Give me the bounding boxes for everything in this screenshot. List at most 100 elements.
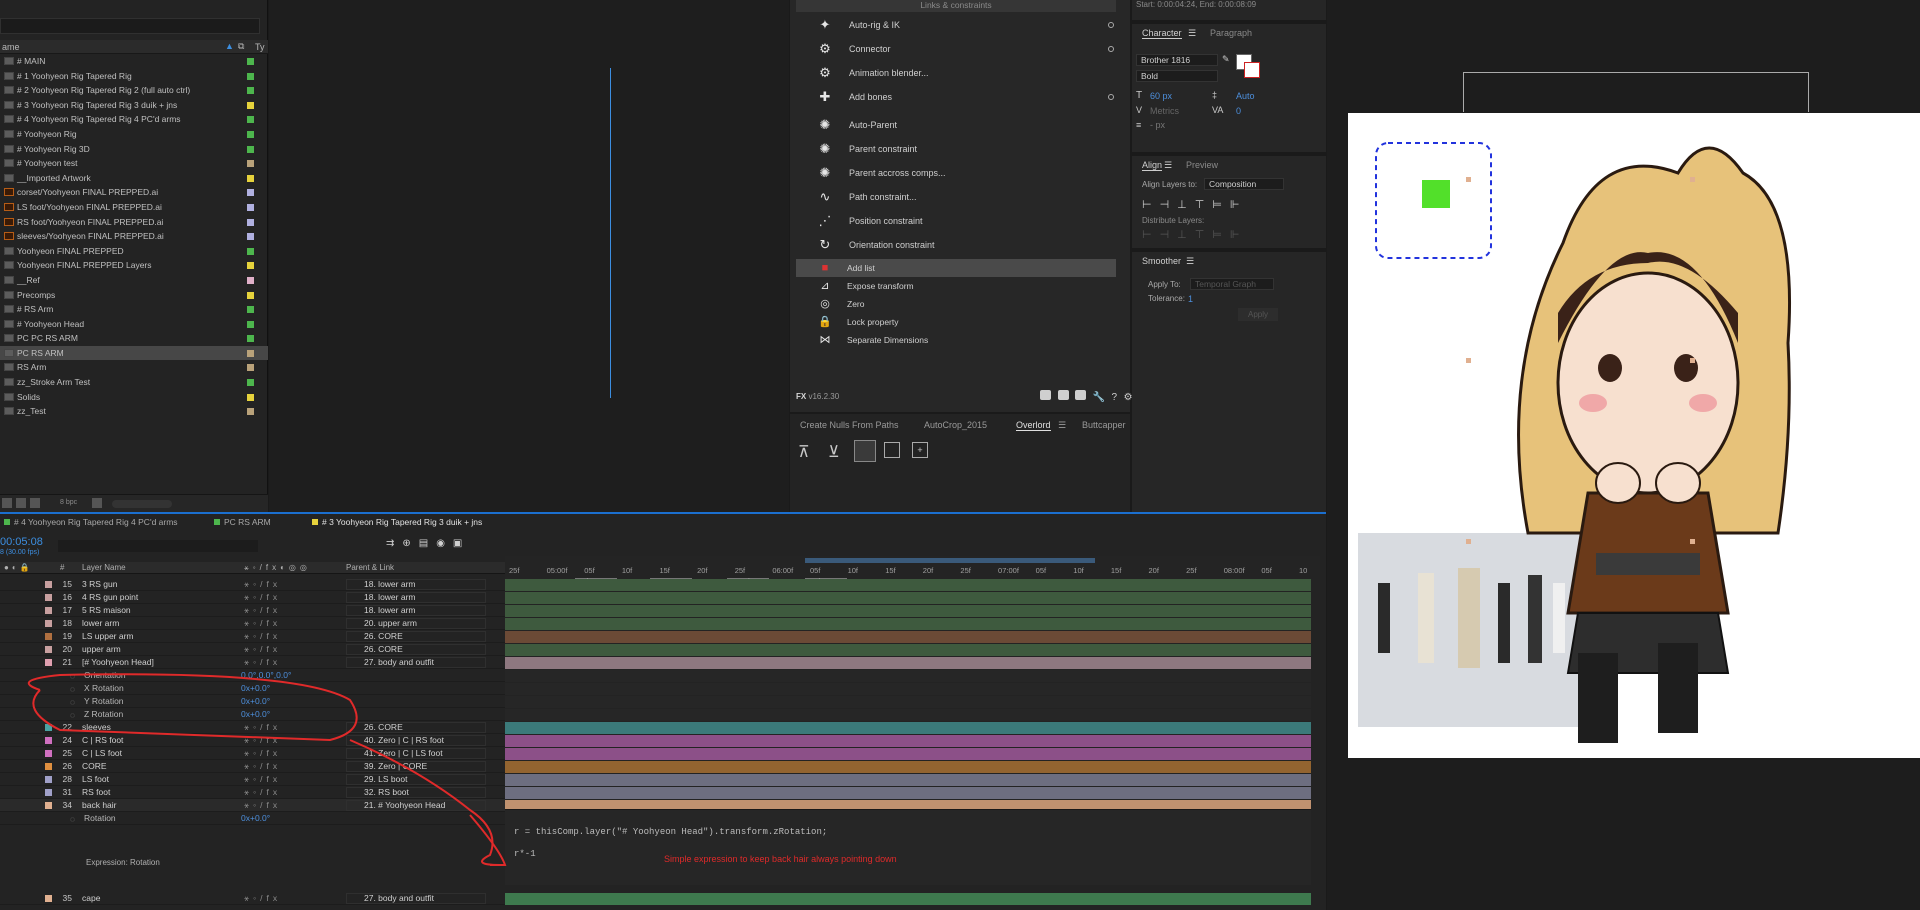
layer-name[interactable]: cape (82, 892, 100, 905)
label-color-chip[interactable] (247, 145, 254, 153)
label-color-chip[interactable] (247, 218, 254, 226)
layer-switches[interactable]: ⚹◦/fx (244, 643, 281, 656)
tab-preview[interactable]: Preview (1186, 160, 1218, 170)
project-item[interactable]: sleeves/Yoohyeon FINAL PREPPED.ai (0, 229, 268, 244)
label-color-chip[interactable] (247, 262, 254, 270)
label-color-chip[interactable] (247, 408, 254, 416)
duik-small-item[interactable]: ⊿ Expose transform (796, 277, 1116, 295)
tab-buttcapper[interactable]: Buttcapper (1082, 420, 1126, 430)
layer-duration-bar[interactable] (505, 748, 1311, 760)
label-color-chip[interactable] (247, 58, 254, 65)
tab-character[interactable]: Character (1142, 28, 1182, 39)
layer-row[interactable]: 20 upper arm ⚹◦/fx 26. CORE (0, 643, 505, 656)
duik-option-dot[interactable] (1108, 46, 1114, 52)
layer-switches[interactable]: ⚹◦/fx (244, 578, 281, 591)
label-color-chip[interactable] (247, 174, 254, 182)
project-item[interactable]: zz_Stroke Arm Test (0, 375, 268, 390)
layer-row[interactable]: 16 4 RS gun point ⚹◦/fx 18. lower arm (0, 591, 505, 604)
push-to-ae-icon[interactable]: ⊼ (798, 442, 810, 462)
layer-row[interactable]: 15 3 RS gun ⚹◦/fx 18. lower arm (0, 578, 505, 591)
duik-item[interactable]: ⚙ Animation blender... (796, 62, 1116, 84)
project-item[interactable]: __Ref (0, 273, 268, 288)
label-color-chip[interactable] (247, 116, 254, 124)
tab-align[interactable]: Align (1142, 160, 1163, 171)
label-color-chip[interactable] (247, 160, 254, 168)
layer-duration-bar[interactable] (505, 605, 1311, 617)
layer-switches[interactable]: ⚹◦/fx (244, 591, 281, 604)
label-color-chip[interactable] (247, 247, 254, 255)
project-item[interactable]: # Yoohyeon Rig (0, 127, 268, 142)
comp-canvas[interactable] (1348, 113, 1920, 758)
project-item[interactable]: # Yoohyeon Rig 3D (0, 142, 268, 157)
tab-autocrop[interactable]: AutoCrop_2015 (924, 420, 987, 430)
stroke-color-swatch[interactable] (1244, 62, 1260, 78)
label-color-chip[interactable] (247, 233, 254, 241)
bpc-toggle[interactable]: 8 bpc (60, 499, 77, 506)
col-type-header[interactable]: Ty (255, 42, 265, 52)
label-color-chip[interactable] (247, 379, 254, 387)
property-track[interactable] (505, 670, 1311, 682)
project-item[interactable]: # RS Arm (0, 302, 268, 317)
layer-label-chip[interactable] (45, 620, 52, 627)
layer-duration-bar[interactable] (505, 618, 1311, 630)
project-item[interactable]: RS foot/Yoohyeon FINAL PREPPED.ai (0, 215, 268, 230)
character-menu-icon[interactable]: ☰ (1188, 28, 1196, 39)
project-item[interactable]: Precomps (0, 288, 268, 303)
duik-option-dot[interactable] (1108, 22, 1114, 28)
label-color-chip[interactable] (247, 364, 254, 372)
layer-label-chip[interactable] (45, 607, 52, 614)
distribute-buttons[interactable]: ⊢⊣⊥⊤⊨⊩ (1142, 228, 1248, 241)
layer-switches[interactable]: ⚹◦/fx (244, 630, 281, 643)
label-color-chip[interactable] (247, 349, 254, 357)
overlord-add-icon[interactable]: + (912, 442, 928, 458)
layer-duration-bar[interactable] (505, 579, 1311, 591)
project-item[interactable]: # 1 Yoohyeon Rig Tapered Rig (0, 69, 268, 84)
project-search-input[interactable] (0, 18, 260, 34)
label-color-chip[interactable] (247, 87, 254, 95)
duik-option-dot[interactable] (1108, 94, 1114, 100)
layer-label-chip[interactable] (45, 633, 52, 640)
project-item[interactable]: # 3 Yoohyeon Rig Tapered Rig 3 duik + jn… (0, 98, 268, 113)
label-color-chip[interactable] (247, 130, 254, 138)
project-item[interactable]: corset/Yoohyeon FINAL PREPPED.ai (0, 185, 268, 200)
expression-line-1[interactable]: r = thisComp.layer("# Yoohyeon Head").tr… (514, 827, 827, 837)
parent-link-header[interactable]: Parent & Link (346, 563, 394, 572)
label-color-chip[interactable] (247, 291, 254, 299)
smoother-menu-icon[interactable]: ☰ (1186, 256, 1194, 267)
layer-label-chip[interactable] (45, 581, 52, 588)
label-color-chip[interactable] (247, 101, 254, 109)
chat-icon[interactable] (1075, 390, 1087, 400)
duik-item[interactable]: ✦ Auto-rig & IK (796, 14, 1116, 36)
layer-duration-bar[interactable] (505, 722, 1311, 734)
eyedropper-icon[interactable]: ✎ (1222, 54, 1230, 65)
layer-row[interactable]: 19 LS upper arm ⚹◦/fx 26. CORE (0, 630, 505, 643)
align-to-select[interactable]: Composition (1204, 178, 1284, 190)
duik-item[interactable]: ⚙ Connector (796, 38, 1116, 60)
tab-menu-icon[interactable]: ☰ (1058, 420, 1066, 431)
tracking-value[interactable]: 0 (1236, 106, 1241, 116)
smoother-title[interactable]: Smoother (1142, 256, 1181, 266)
project-item[interactable]: Yoohyeon FINAL PREPPED Layers (0, 258, 268, 273)
current-time-indicator[interactable] (610, 68, 611, 398)
kerning-value[interactable]: Metrics (1150, 106, 1179, 116)
project-item[interactable]: # 4 Yoohyeon Rig Tapered Rig 4 PC'd arms (0, 112, 268, 127)
layer-duration-bar[interactable] (505, 893, 1311, 905)
help-icon[interactable]: ? (1112, 392, 1118, 403)
project-item[interactable]: Yoohyeon FINAL PREPPED (0, 244, 268, 259)
layer-name[interactable]: 5 RS maison (82, 604, 131, 617)
new-folder-icon[interactable] (16, 498, 26, 508)
pull-from-ae-icon[interactable]: ⊻ (828, 442, 840, 462)
stroke-width-value[interactable]: - px (1150, 120, 1165, 130)
layer-duration-bar[interactable] (505, 644, 1311, 656)
overlord-image-icon[interactable] (884, 442, 900, 458)
thumbnail-slider[interactable] (112, 500, 172, 508)
wrench-icon[interactable]: 🔧 (1093, 392, 1105, 403)
col-name-header[interactable]: ame (2, 42, 20, 52)
timeline-switches-icons[interactable]: ⇉⊕▤◉▣ (386, 538, 470, 549)
layer-duration-bar[interactable] (505, 592, 1311, 604)
project-item[interactable]: Solids (0, 390, 268, 405)
layer-duration-bar[interactable] (505, 761, 1311, 773)
layer-name[interactable]: LS upper arm (82, 630, 134, 643)
timeline-tab[interactable]: # 4 Yoohyeon Rig Tapered Rig 4 PC'd arms (4, 517, 178, 527)
align-menu-icon[interactable]: ☰ (1164, 160, 1172, 171)
